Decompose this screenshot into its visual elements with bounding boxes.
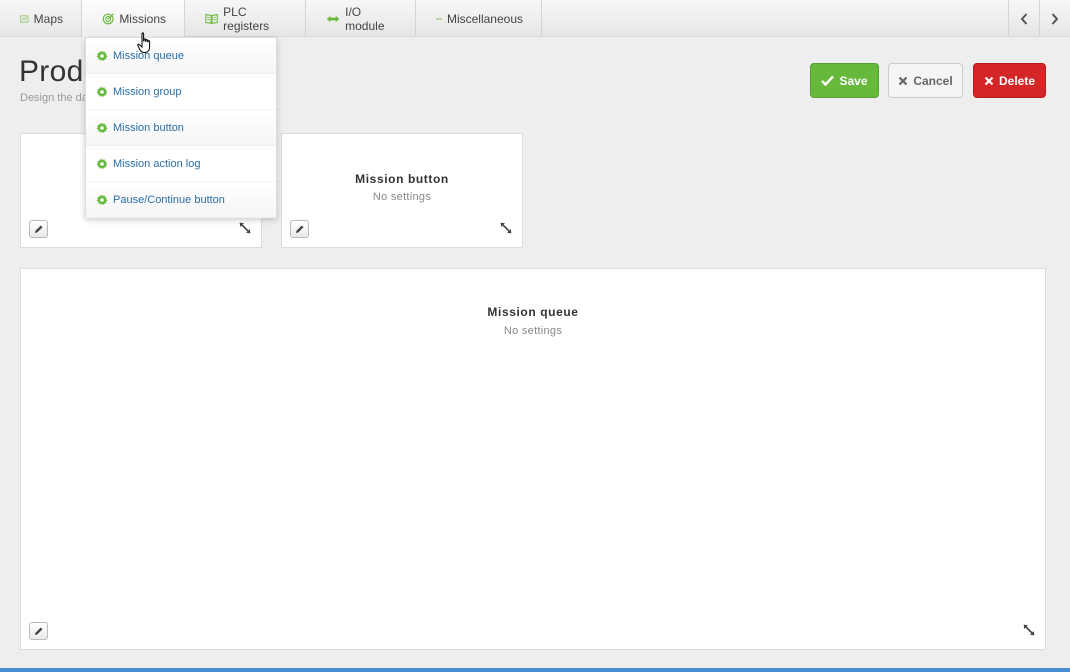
tab-plc-registers[interactable]: PLC registers bbox=[185, 0, 306, 37]
gear-icon bbox=[96, 194, 108, 205]
bottom-accent-bar bbox=[0, 668, 1070, 672]
menu-item-label: Mission button bbox=[113, 121, 184, 134]
menu-item-label: Mission action log bbox=[113, 157, 201, 170]
dots-icon bbox=[436, 17, 442, 20]
cancel-label: Cancel bbox=[913, 73, 953, 88]
gear-icon bbox=[96, 122, 108, 133]
tab-io-label: I/O module bbox=[345, 4, 385, 33]
save-label: Save bbox=[839, 73, 868, 88]
tab-misc-label: Miscellaneous bbox=[446, 11, 523, 26]
resize-icon[interactable] bbox=[500, 222, 512, 234]
menu-item-mission-queue[interactable]: Mission queue bbox=[86, 38, 276, 74]
cancel-button[interactable]: Cancel bbox=[888, 63, 963, 98]
delete-button[interactable]: Delete bbox=[973, 63, 1046, 98]
edit-widget-button[interactable] bbox=[290, 220, 309, 238]
pencil-icon bbox=[34, 225, 42, 233]
hand-cursor-icon bbox=[137, 32, 151, 53]
book-icon bbox=[205, 13, 218, 24]
scroll-left-button[interactable] bbox=[1008, 0, 1039, 37]
edit-widget-button[interactable] bbox=[29, 622, 48, 640]
widget-title: Mission queue bbox=[487, 305, 579, 319]
widget-settings-status: No settings bbox=[503, 325, 563, 337]
save-button[interactable]: Save bbox=[810, 63, 879, 98]
tab-maps[interactable]: Maps bbox=[0, 0, 82, 37]
chevron-right-icon bbox=[1051, 12, 1059, 25]
pencil-icon bbox=[34, 627, 42, 635]
close-icon bbox=[984, 76, 994, 85]
tab-missions-label: Missions bbox=[119, 11, 166, 26]
tab-plc-label: PLC registers bbox=[223, 4, 270, 33]
tab-maps-label: Maps bbox=[33, 11, 63, 26]
widget-mission-button[interactable]: Mission button No settings bbox=[281, 133, 523, 248]
resize-icon[interactable] bbox=[1023, 624, 1035, 636]
arrows-horizontal-icon bbox=[326, 15, 340, 22]
map-icon bbox=[20, 15, 29, 22]
top-nav: Maps Missions PLC registers I/O module M… bbox=[0, 0, 1070, 37]
tab-miscellaneous[interactable]: Miscellaneous bbox=[416, 0, 542, 37]
scroll-right-button[interactable] bbox=[1039, 0, 1070, 37]
tab-scroll-controls bbox=[1008, 0, 1070, 37]
gear-icon bbox=[96, 50, 108, 61]
tab-io-module[interactable]: I/O module bbox=[306, 0, 416, 37]
pencil-icon bbox=[295, 225, 303, 233]
menu-item-label: Pause/Continue button bbox=[113, 193, 225, 206]
close-icon bbox=[899, 76, 908, 85]
widget-title: Mission button bbox=[355, 172, 449, 186]
page-subtitle: Design the da bbox=[20, 92, 88, 104]
chevron-left-icon bbox=[1020, 12, 1028, 25]
target-icon bbox=[102, 12, 114, 24]
gear-icon bbox=[96, 158, 108, 169]
menu-item-label: Mission group bbox=[113, 85, 182, 98]
menu-item-mission-button[interactable]: Mission button bbox=[86, 110, 276, 146]
resize-icon[interactable] bbox=[239, 222, 251, 234]
widget-mission-queue[interactable]: Mission queue No settings bbox=[20, 268, 1046, 650]
delete-label: Delete bbox=[998, 73, 1036, 88]
tab-missions[interactable]: Missions bbox=[82, 0, 185, 37]
check-icon bbox=[821, 75, 835, 86]
menu-item-mission-group[interactable]: Mission group bbox=[86, 74, 276, 110]
missions-dropdown-menu: Mission queue Mission group Mission butt… bbox=[85, 37, 277, 218]
menu-item-mission-action-log[interactable]: Mission action log bbox=[86, 146, 276, 182]
gear-icon bbox=[96, 86, 108, 97]
edit-widget-button[interactable] bbox=[29, 220, 48, 238]
widget-settings-status: No settings bbox=[372, 191, 432, 203]
menu-item-pause-continue-button[interactable]: Pause/Continue button bbox=[86, 182, 276, 218]
